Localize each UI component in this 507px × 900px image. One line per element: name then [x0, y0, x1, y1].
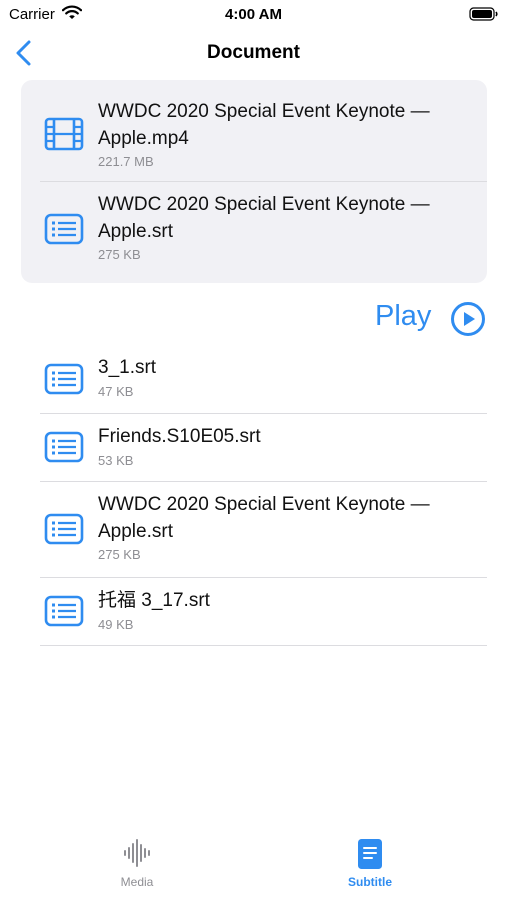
film-icon — [44, 117, 84, 156]
selected-subtitle-row[interactable]: WWDC 2020 Special Event Keynote — Apple.… — [21, 182, 487, 283]
file-name: 3_1.srt — [98, 357, 157, 378]
play-circle-icon — [450, 301, 486, 342]
list-item[interactable]: 托福 3_17.srt 49 KB — [21, 578, 487, 645]
file-size: 275 KB — [98, 247, 141, 262]
document-list-icon — [44, 213, 84, 250]
selected-video-row[interactable]: WWDC 2020 Special Event Keynote — Apple.… — [21, 80, 487, 181]
file-name: WWDC 2020 Special Event Keynote — Apple.… — [98, 194, 430, 242]
navigation-bar: Document — [0, 30, 507, 74]
tab-bar: Media Subtitle — [0, 830, 507, 900]
status-bar: Carrier 4:00 AM — [0, 0, 507, 28]
tab-subtitle[interactable]: Subtitle — [305, 830, 435, 894]
tab-media[interactable]: Media — [72, 830, 202, 894]
file-size: 49 KB — [98, 617, 134, 632]
document-list-icon — [44, 363, 84, 400]
battery-icon — [469, 7, 499, 26]
divider — [40, 645, 487, 646]
play-button[interactable]: Play — [373, 298, 488, 338]
file-size: 221.7 MB — [98, 154, 154, 169]
clock: 4:00 AM — [225, 6, 282, 23]
document-list-icon — [44, 595, 84, 632]
file-name: 托福 3_17.srt — [98, 590, 210, 611]
file-name: Friends.S10E05.srt — [98, 426, 261, 447]
waveform-icon — [122, 838, 152, 873]
file-name: WWDC 2020 Special Event Keynote — Apple.… — [98, 101, 430, 149]
file-name: WWDC 2020 Special Event Keynote — Apple.… — [98, 494, 430, 542]
subtitle-file-list: 3_1.srt 47 KB Friends.S10E05.srt 53 KB W… — [21, 345, 487, 650]
tab-label: Media — [120, 875, 154, 889]
file-size: 53 KB — [98, 453, 134, 468]
file-size: 275 KB — [98, 547, 141, 562]
document-list-icon — [44, 513, 84, 550]
tab-label: Subtitle — [348, 875, 392, 889]
list-item[interactable]: Friends.S10E05.srt 53 KB — [21, 414, 487, 481]
list-item[interactable]: WWDC 2020 Special Event Keynote — Apple.… — [21, 482, 487, 577]
page-title: Document — [207, 42, 300, 63]
selected-files-card: WWDC 2020 Special Event Keynote — Apple.… — [21, 80, 487, 283]
list-item[interactable]: 3_1.srt 47 KB — [21, 345, 487, 413]
document-fill-icon — [355, 838, 385, 875]
play-label: Play — [375, 300, 432, 332]
document-list-icon — [44, 431, 84, 468]
file-size: 47 KB — [98, 384, 134, 399]
